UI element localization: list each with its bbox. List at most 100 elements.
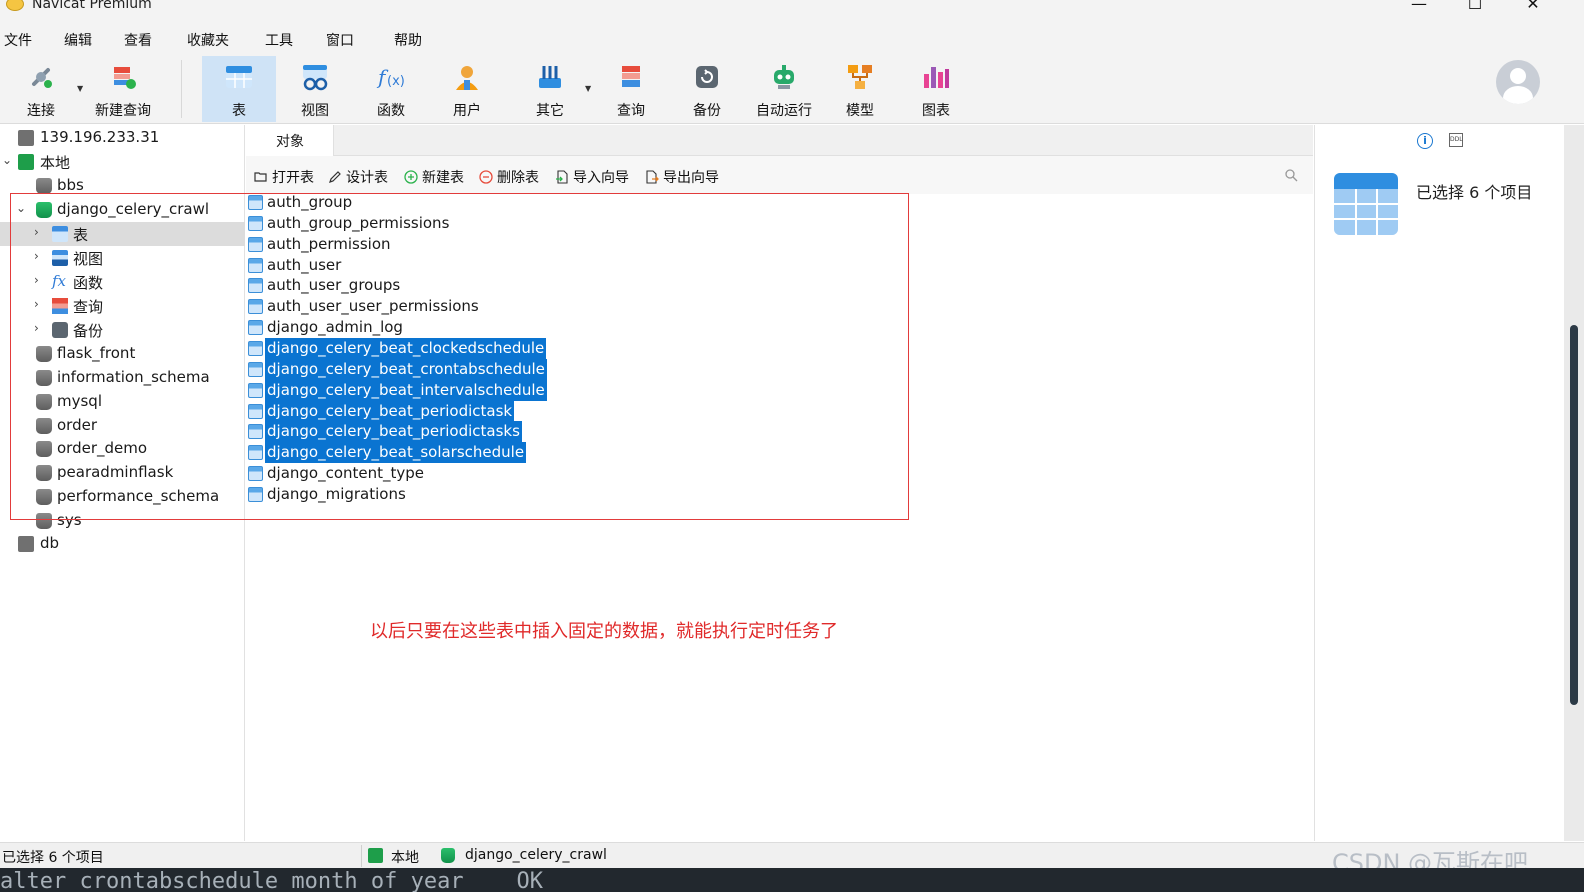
- tree-tables[interactable]: › 表: [0, 222, 245, 246]
- table-icon: [52, 226, 68, 242]
- tree-db-performance-schema[interactable]: performance_schema: [0, 485, 245, 509]
- avatar-body: [1503, 86, 1533, 104]
- backup-label: 备份: [693, 103, 721, 119]
- connect-button[interactable]: 连接: [4, 56, 78, 122]
- search-icon[interactable]: [1284, 168, 1298, 182]
- ddl-icon[interactable]: DDL: [1449, 133, 1463, 147]
- table-icon: [248, 341, 263, 356]
- tree-queries[interactable]: › 查询: [0, 294, 245, 318]
- tree-db-order-demo[interactable]: order_demo: [0, 437, 245, 461]
- table-icon: [248, 466, 263, 481]
- table-name: auth_permission: [267, 235, 391, 253]
- chevron-right-icon[interactable]: ›: [34, 273, 39, 287]
- object-toolbar: 打开表 设计表 新建表 删除表 导入向导 导出向导: [246, 156, 1313, 194]
- menu-tools[interactable]: 工具: [265, 30, 293, 50]
- table-icon: [248, 362, 263, 377]
- tree-connection-db[interactable]: db: [0, 532, 245, 556]
- chevron-down-icon[interactable]: ⌄: [16, 201, 26, 215]
- navicat-logo-icon: [6, 0, 24, 11]
- query-icon: [52, 298, 68, 314]
- tree-views[interactable]: › 视图: [0, 246, 245, 270]
- chevron-down-icon[interactable]: ⌄: [2, 153, 12, 167]
- tree-functions[interactable]: › fx 函数: [0, 270, 245, 294]
- terminal-strip: alter crontabschedule month_of_year OK: [0, 868, 1584, 892]
- chevron-right-icon[interactable]: ›: [34, 297, 39, 311]
- tree-db-order[interactable]: order: [0, 414, 245, 438]
- query-button[interactable]: 查询: [594, 56, 668, 122]
- function-icon: f (x): [376, 65, 405, 89]
- export-wizard-button[interactable]: 导出向导: [645, 167, 719, 186]
- status-database: django_celery_crawl: [465, 847, 607, 863]
- action-label: 打开表: [272, 170, 314, 186]
- menu-window[interactable]: 窗口: [326, 30, 354, 50]
- menu-help[interactable]: 帮助: [394, 30, 422, 50]
- tree-connection-local[interactable]: ⌄ 本地: [0, 150, 245, 174]
- action-label: 删除表: [497, 170, 539, 186]
- menu-edit[interactable]: 编辑: [64, 30, 92, 50]
- tree-connection-remote[interactable]: 139.196.233.31: [0, 126, 245, 150]
- import-wizard-button[interactable]: 导入向导: [555, 167, 629, 186]
- chevron-right-icon[interactable]: ›: [34, 249, 39, 263]
- tree-db-pearadminflask[interactable]: pearadminflask: [0, 461, 245, 485]
- view-label: 视图: [301, 103, 329, 119]
- other-button[interactable]: 其它: [513, 56, 587, 122]
- maximize-button[interactable]: ☐: [1452, 0, 1498, 20]
- tab-objects[interactable]: 对象: [246, 125, 334, 156]
- chevron-right-icon[interactable]: ›: [34, 225, 39, 239]
- status-selection: 已选择 6 个项目: [2, 850, 104, 866]
- tree-backups[interactable]: › 备份: [0, 318, 245, 342]
- menu-favorites[interactable]: 收藏夹: [187, 30, 229, 50]
- scrollbar-thumb[interactable]: [1570, 325, 1578, 705]
- design-table-button[interactable]: 设计表: [328, 167, 388, 186]
- new-table-button[interactable]: 新建表: [404, 167, 464, 186]
- new-query-label: 新建查询: [95, 103, 151, 119]
- table-icon: [248, 216, 263, 231]
- status-bar: 已选择 6 个项目 本地 django_celery_crawl CSDN @瓦…: [0, 842, 1584, 877]
- other-dropdown-icon[interactable]: ▼: [585, 84, 591, 93]
- tree-db-django-celery-crawl[interactable]: ⌄ django_celery_crawl: [0, 198, 245, 222]
- status-divider: [361, 845, 362, 867]
- query-icon: [622, 66, 640, 87]
- table-button[interactable]: 表: [202, 56, 276, 122]
- tree-db-bbs[interactable]: bbs: [0, 174, 245, 198]
- database-icon: [36, 513, 52, 529]
- tree-label: information_schema: [57, 368, 210, 386]
- user-avatar[interactable]: [1496, 60, 1540, 104]
- close-button[interactable]: ✕: [1510, 0, 1556, 20]
- tree-db-flask-front[interactable]: flask_front: [0, 342, 245, 366]
- view-button[interactable]: 视图: [278, 56, 352, 122]
- delete-table-button[interactable]: 删除表: [479, 167, 539, 186]
- info-icon[interactable]: i: [1417, 133, 1433, 149]
- table-name: django_celery_beat_intervalschedule: [265, 380, 547, 401]
- table-icon: [248, 320, 263, 335]
- table-name: django_admin_log: [267, 318, 403, 336]
- chevron-right-icon[interactable]: ›: [34, 321, 39, 335]
- function-button[interactable]: f (x) 函数: [354, 56, 428, 122]
- chart-button[interactable]: 图表: [899, 56, 973, 122]
- open-table-button[interactable]: 打开表: [254, 167, 314, 186]
- menu-file[interactable]: 文件: [4, 30, 32, 50]
- tree-label: flask_front: [57, 344, 136, 362]
- tree-db-information-schema[interactable]: information_schema: [0, 366, 245, 390]
- terminal-text: alter crontabschedule month_of_year OK: [0, 869, 544, 892]
- user-button[interactable]: 用户: [430, 56, 504, 122]
- tree-db-mysql[interactable]: mysql: [0, 390, 245, 414]
- view-icon: [303, 65, 328, 91]
- table-icon: [248, 237, 263, 252]
- minimize-button[interactable]: —: [1396, 0, 1442, 20]
- menu-view[interactable]: 查看: [124, 30, 152, 50]
- view-icon: [52, 250, 68, 266]
- automation-button[interactable]: 自动运行: [747, 56, 821, 122]
- backup-icon: [696, 66, 718, 88]
- connection-icon: [18, 536, 34, 552]
- tree-db-sys[interactable]: sys: [0, 509, 245, 533]
- svg-text:(x): (x): [387, 74, 405, 89]
- model-button[interactable]: 模型: [823, 56, 897, 122]
- tree-label: django_celery_crawl: [57, 200, 210, 218]
- connect-dropdown-icon[interactable]: ▼: [77, 84, 83, 93]
- info-panel: i DDL 已选择 6 个项目: [1314, 125, 1564, 841]
- new-query-button[interactable]: 新建查询: [86, 56, 160, 122]
- database-icon: [36, 465, 52, 481]
- table-icon: [226, 66, 252, 88]
- backup-button[interactable]: 备份: [670, 56, 744, 122]
